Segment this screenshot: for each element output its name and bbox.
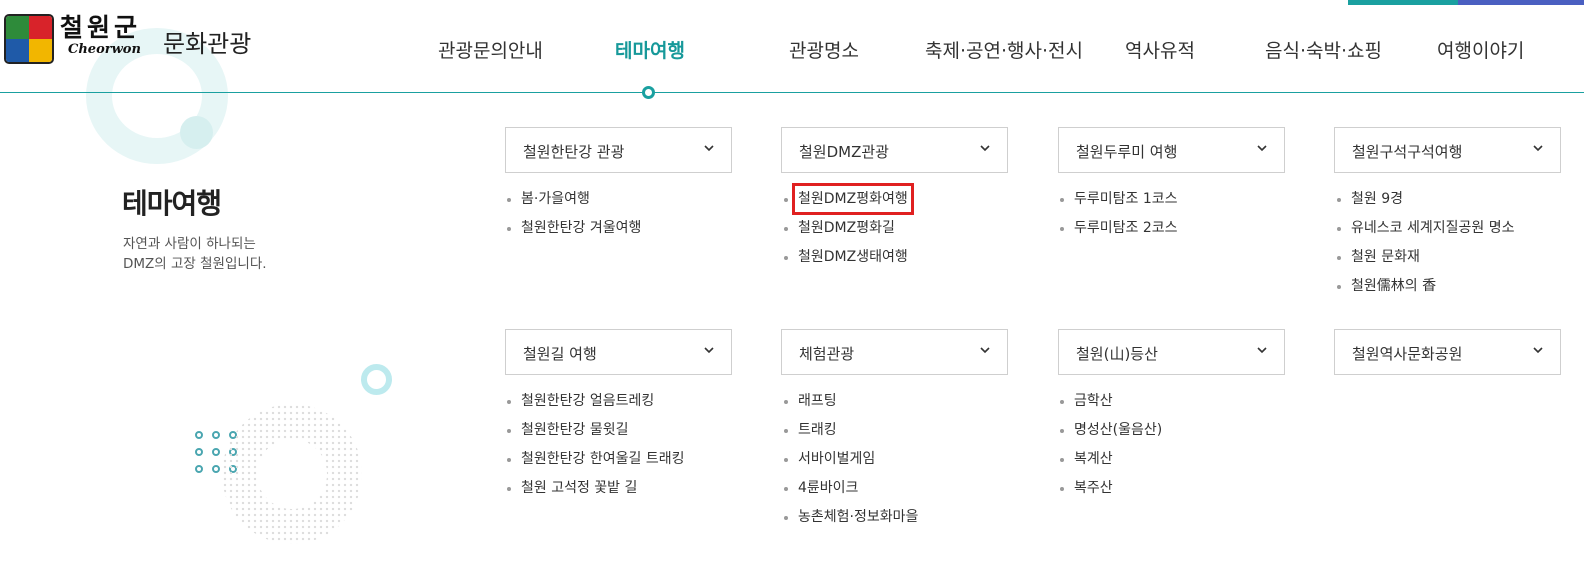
- category-label: 철원(山)등산: [1076, 345, 1158, 363]
- nav-item-theme-travel[interactable]: 테마여행: [615, 36, 685, 63]
- nav-item-tourism-inquiry[interactable]: 관광문의안내: [438, 36, 543, 63]
- list-item[interactable]: 복계산: [1058, 449, 1162, 478]
- list-item[interactable]: 래프팅: [782, 391, 918, 420]
- category-crane-tour[interactable]: 철원두루미 여행: [1058, 127, 1285, 173]
- list-item[interactable]: 철원 9경: [1335, 189, 1514, 218]
- category-label: 철원한탄강 관광: [523, 143, 625, 161]
- list-item[interactable]: 복주산: [1058, 478, 1162, 507]
- list-item[interactable]: 서바이벌게임: [782, 449, 918, 478]
- category-mountain-hiking-list: 금학산 명성산(울음산) 복계산 복주산: [1058, 391, 1162, 507]
- chevron-down-icon: [1533, 345, 1543, 355]
- list-item[interactable]: 유네스코 세계지질공원 명소: [1335, 218, 1514, 247]
- header-divider: [0, 92, 1584, 93]
- category-nooks-tour[interactable]: 철원구석구석여행: [1334, 127, 1561, 173]
- category-history-culture-park[interactable]: 철원역사문화공원: [1334, 329, 1561, 375]
- list-item[interactable]: 철원한탄강 얼음트레킹: [505, 391, 684, 420]
- category-dmz-tour[interactable]: 철원DMZ관광: [781, 127, 1008, 173]
- list-item[interactable]: 트래킹: [782, 420, 918, 449]
- category-label: 체험관광: [799, 345, 855, 363]
- list-item-highlighted[interactable]: 철원DMZ평화여행: [782, 183, 914, 218]
- category-label: 철원역사문화공원: [1352, 345, 1463, 363]
- chevron-down-icon: [704, 143, 714, 153]
- category-mountain-hiking[interactable]: 철원(山)등산: [1058, 329, 1285, 375]
- list-item[interactable]: 농촌체험·정보화마을: [782, 507, 918, 536]
- nav-item-attractions[interactable]: 관광명소: [789, 36, 859, 63]
- category-dmz-tour-list: 철원DMZ평화여행 철원DMZ평화길 철원DMZ생태여행: [782, 183, 914, 276]
- nav-item-festivals[interactable]: 축제·공연·행사·전시: [925, 36, 1083, 63]
- active-nav-indicator: [642, 86, 655, 99]
- nav-item-food-lodging-shopping[interactable]: 음식·숙박·쇼핑: [1265, 36, 1382, 63]
- site-header: 철원군 Cheorwon 문화관광 관광문의안내 테마여행 관광명소 축제·공연…: [0, 0, 1584, 93]
- chevron-down-icon: [1257, 143, 1267, 153]
- logo-wordmark[interactable]: 철원군 Cheorwon: [60, 14, 141, 58]
- list-item[interactable]: 철원한탄강 물윗길: [505, 420, 684, 449]
- chevron-down-icon: [980, 345, 990, 355]
- decorative-dot: [180, 116, 213, 149]
- logo-text-korean: 철원군: [60, 13, 142, 42]
- chevron-down-icon: [1533, 143, 1543, 153]
- category-experience-tour[interactable]: 체험관광: [781, 329, 1008, 375]
- cheorwon-logo-icon[interactable]: [4, 14, 54, 64]
- list-item[interactable]: 4륜바이크: [782, 478, 918, 507]
- site-title[interactable]: 문화관광: [163, 24, 251, 59]
- highlight-box: 철원DMZ평화여행: [792, 183, 914, 215]
- list-item[interactable]: 명성산(울음산): [1058, 420, 1162, 449]
- chevron-down-icon: [704, 345, 714, 355]
- chevron-down-icon: [980, 143, 990, 153]
- list-item[interactable]: 봄·가을여행: [505, 189, 641, 218]
- category-trail-tour-list: 철원한탄강 얼음트레킹 철원한탄강 물윗길 철원한탄강 한여울길 트래킹 철원 …: [505, 391, 684, 507]
- logo-text-english: Cheorwon: [68, 42, 141, 57]
- list-item[interactable]: 철원DMZ평화길: [782, 218, 908, 247]
- nav-item-travel-stories[interactable]: 여행이야기: [1437, 36, 1524, 63]
- category-label: 철원두루미 여행: [1076, 143, 1178, 161]
- category-nooks-tour-list: 철원 9경 유네스코 세계지질공원 명소 철원 문화재 철원儒林의 香: [1335, 189, 1514, 305]
- list-item[interactable]: 철원儒林의 香: [1335, 276, 1514, 305]
- nav-item-historic-sites[interactable]: 역사유적: [1125, 36, 1195, 63]
- list-item[interactable]: 두루미탐조 2코스: [1058, 218, 1178, 247]
- list-item[interactable]: 철원 문화재: [1335, 247, 1514, 276]
- category-hantangang-tour[interactable]: 철원한탄강 관광: [505, 127, 732, 173]
- category-experience-tour-list: 래프팅 트래킹 서바이벌게임 4륜바이크 농촌체험·정보화마을: [782, 391, 918, 536]
- chevron-down-icon: [1257, 345, 1267, 355]
- page-title: 테마여행: [122, 187, 222, 220]
- category-crane-tour-list: 두루미탐조 1코스 두루미탐조 2코스: [1058, 189, 1178, 247]
- list-item[interactable]: 철원한탄강 겨울여행: [505, 218, 641, 247]
- category-label: 철원길 여행: [523, 345, 597, 363]
- decorative-small-ring: [361, 364, 392, 395]
- category-trail-tour[interactable]: 철원길 여행: [505, 329, 732, 375]
- list-item[interactable]: 두루미탐조 1코스: [1058, 189, 1178, 218]
- list-item[interactable]: 철원 고석정 꽃밭 길: [505, 478, 684, 507]
- category-label: 철원DMZ관광: [799, 143, 889, 161]
- list-item[interactable]: 금학산: [1058, 391, 1162, 420]
- category-label: 철원구석구석여행: [1352, 143, 1463, 161]
- category-hantangang-tour-list: 봄·가을여행 철원한탄강 겨울여행: [505, 189, 641, 247]
- list-item[interactable]: 철원DMZ생태여행: [782, 247, 908, 276]
- page-description: 자연과 사람이 하나되는 DMZ의 고장 철원입니다.: [123, 236, 267, 272]
- list-item[interactable]: 철원한탄강 한여울길 트래킹: [505, 449, 684, 478]
